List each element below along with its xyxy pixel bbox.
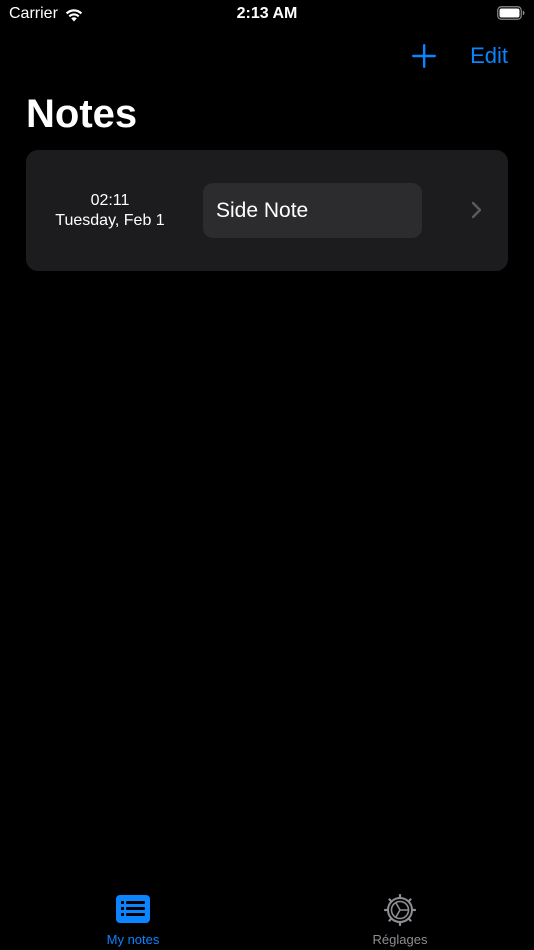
navigation-bar: Edit bbox=[0, 36, 534, 76]
page-title: Notes bbox=[26, 92, 138, 136]
note-list-item[interactable]: 02:11 Tuesday, Feb 1 Side Note bbox=[26, 150, 508, 271]
status-bar: Carrier 2:13 AM bbox=[0, 0, 534, 30]
tab-my-notes[interactable]: My notes bbox=[73, 894, 193, 950]
note-title: Side Note bbox=[216, 198, 309, 222]
status-time: 2:13 AM bbox=[236, 5, 298, 22]
add-note-button[interactable] bbox=[410, 42, 438, 70]
note-time: 02:11 bbox=[90, 192, 130, 209]
tab-my-notes-label: My notes bbox=[106, 932, 160, 947]
gear-icon bbox=[383, 894, 417, 926]
note-title-box[interactable]: Side Note bbox=[203, 183, 422, 238]
notes-list-icon bbox=[116, 895, 150, 923]
plus-icon bbox=[412, 44, 436, 68]
tab-bar: My notes Réglages bbox=[0, 884, 534, 950]
tab-reglages[interactable]: Réglages bbox=[340, 894, 460, 950]
note-date: Tuesday, Feb 1 bbox=[55, 212, 165, 229]
battery-icon bbox=[497, 6, 525, 20]
chevron-right-icon bbox=[471, 201, 482, 219]
edit-button[interactable]: Edit bbox=[470, 42, 508, 70]
tab-reglages-label: Réglages bbox=[372, 932, 428, 947]
